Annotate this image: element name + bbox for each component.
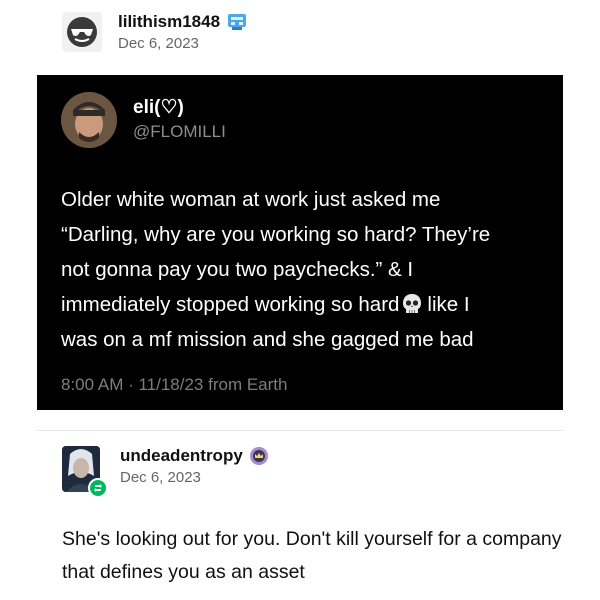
reply-username[interactable]: undeadentropy xyxy=(120,446,243,466)
reply-date: Dec 6, 2023 xyxy=(120,469,201,486)
post-divider xyxy=(37,430,563,431)
skull-icon xyxy=(403,294,422,313)
reblog-icon xyxy=(94,484,102,492)
tweet-display-name: eli(♡) xyxy=(133,97,184,118)
tweet-line-text: immediately stopped working so hard xyxy=(61,293,400,316)
reply-text: She's looking out for you. Don't kill yo… xyxy=(62,528,562,583)
tweet-line: was on a mf mission and she gagged me ba… xyxy=(61,328,474,351)
tweet-line: not gonna pay you two paychecks.” & I xyxy=(61,258,414,281)
tweet-timestamp: 8:00 AM · 11/18/23 from Earth xyxy=(61,375,288,394)
tweet-line: immediately stopped working so hard like… xyxy=(61,287,561,322)
post-date: Dec 6, 2023 xyxy=(118,35,199,52)
reblog-badge xyxy=(88,478,108,498)
dj-sticker-icon xyxy=(228,14,247,30)
tweet-line: “Darling, why are you working so hard? T… xyxy=(61,223,491,246)
tweet-line-text: like I xyxy=(427,293,470,316)
tweet-avatar xyxy=(61,92,117,148)
crown-badge-icon xyxy=(249,447,268,465)
profile-photo-icon xyxy=(61,92,117,148)
tweet-screenshot: eli(♡) @FLOMILLI Older white woman at wo… xyxy=(37,75,563,410)
original-post-header: lilithism1848 Dec 6, 2023 xyxy=(62,12,248,52)
tweet-handle: @FLOMILLI xyxy=(133,122,226,141)
username[interactable]: lilithism1848 xyxy=(118,12,220,32)
avatar[interactable] xyxy=(62,12,102,52)
tweet-text: Older white woman at work just asked me … xyxy=(61,182,561,357)
sunglasses-face-icon xyxy=(67,17,97,47)
tweet-line: Older white woman at work just asked me xyxy=(61,188,441,211)
